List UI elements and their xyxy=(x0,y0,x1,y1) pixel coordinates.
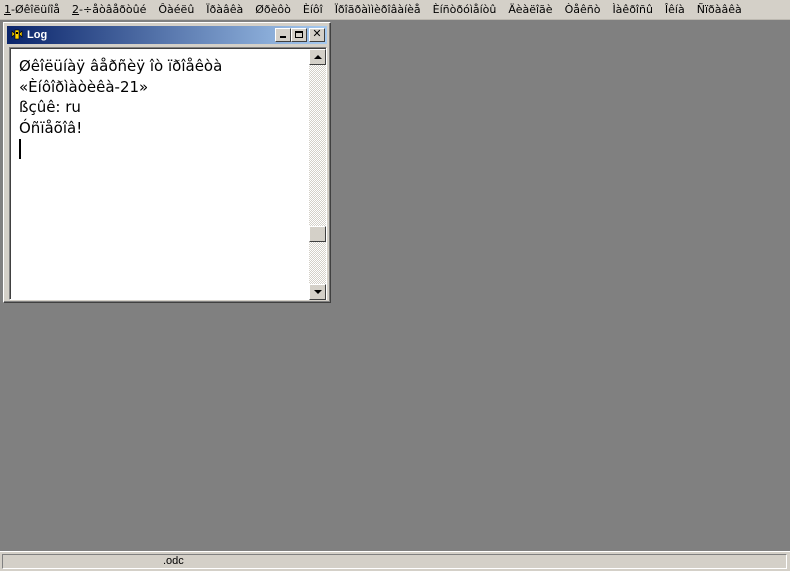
scroll-up-button[interactable] xyxy=(309,49,326,65)
menu-label: Îêíà xyxy=(664,2,685,16)
close-icon: ✕ xyxy=(312,27,322,40)
log-line: Øêîëüíàÿ âåðñèÿ îò ïðîåêòà xyxy=(19,57,223,75)
close-button[interactable]: ✕ xyxy=(309,28,325,42)
menu-item-text[interactable]: Òåêñò xyxy=(559,0,607,20)
maximize-icon xyxy=(295,31,303,38)
menu-label: Èíñòðóìåíòû xyxy=(432,2,497,16)
log-line: ßçûê: ru xyxy=(19,98,81,116)
menu-item-files[interactable]: Ôàéëû xyxy=(152,0,200,20)
menu-label: Ñïðàâêà xyxy=(696,2,742,16)
menu-item-font[interactable]: Øðèôò xyxy=(249,0,297,20)
menu-label: -Øêîëüíîå xyxy=(11,2,61,16)
menu-item-2[interactable]: 2-÷åòâåðòûé xyxy=(66,0,152,20)
arrow-up-icon xyxy=(314,55,322,59)
log-line: Óñïåõîâ! xyxy=(19,118,83,137)
log-client-area: Øêîëüíàÿ âåðñèÿ îò ïðîåêòà «Èíôîðìàòèêà-… xyxy=(9,47,327,300)
menu-item-windows[interactable]: Îêíà xyxy=(659,0,691,20)
menu-label: Äèàëîãè xyxy=(508,2,553,16)
log-client-inner: Øêîëüíàÿ âåðñèÿ îò ïðîåêòà «Èíôîðìàòèêà-… xyxy=(10,48,326,300)
minimize-button[interactable] xyxy=(275,28,291,42)
menu-bar: 1-Øêîëüíîå 2-÷åòâåðòûé Ôàéëû Ïðàâêà Øðèô… xyxy=(0,0,790,20)
menu-label: Ìàêðîñû xyxy=(612,2,653,16)
menu-accel: 2 xyxy=(72,2,80,16)
menu-accel: 1 xyxy=(4,2,11,16)
scroll-thumb[interactable] xyxy=(309,226,326,242)
window-titlebar[interactable]: Log ✕ xyxy=(7,26,327,44)
menu-item-help[interactable]: Ñïðàâêà xyxy=(691,0,748,20)
scroll-down-button[interactable] xyxy=(309,284,326,300)
log-window: Log ✕ Øêîëüíàÿ âåðñèÿ îò ïðîåêòà «Èíôîðì… xyxy=(3,22,331,303)
caret-line xyxy=(19,138,309,159)
maximize-button[interactable] xyxy=(291,28,307,42)
menu-label: -÷åòâåðòûé xyxy=(79,2,147,16)
menu-item-1[interactable]: 1-Øêîëüíîå xyxy=(0,0,66,20)
vertical-scrollbar[interactable] xyxy=(309,49,326,300)
menu-item-dialogs[interactable]: Äèàëîãè xyxy=(502,0,558,20)
menu-label: Ïðîãðàììèðîâàíèå xyxy=(334,2,421,16)
menu-label: Øðèôò xyxy=(255,2,291,16)
menu-label: Òåêñò xyxy=(564,2,601,16)
window-title: Log xyxy=(27,29,48,41)
text-caret xyxy=(19,139,21,159)
menu-item-tools[interactable]: Èíñòðóìåíòû xyxy=(427,0,503,20)
menu-item-macros[interactable]: Ìàêðîñû xyxy=(606,0,658,20)
log-text-area[interactable]: Øêîëüíàÿ âåðñèÿ îò ïðîåêòà «Èíôîðìàòèêà-… xyxy=(11,49,309,300)
status-text: .odc xyxy=(2,554,787,569)
status-bar: .odc xyxy=(0,551,790,571)
menu-label: Ïðàâêà xyxy=(206,2,244,16)
menu-item-programming[interactable]: Ïðîãðàììèðîâàíèå xyxy=(329,0,427,20)
minimize-icon xyxy=(280,36,286,38)
window-controls: ✕ xyxy=(275,28,325,42)
menu-item-info[interactable]: Èíôî xyxy=(297,0,329,20)
log-line: «Èíôîðìàòèêà-21» xyxy=(19,77,149,96)
menu-item-edit[interactable]: Ïðàâêà xyxy=(200,0,249,20)
app-icon xyxy=(11,29,23,40)
arrow-down-icon xyxy=(314,290,322,294)
menu-label: Èíôî xyxy=(302,2,323,16)
menu-label: Ôàéëû xyxy=(158,2,195,16)
